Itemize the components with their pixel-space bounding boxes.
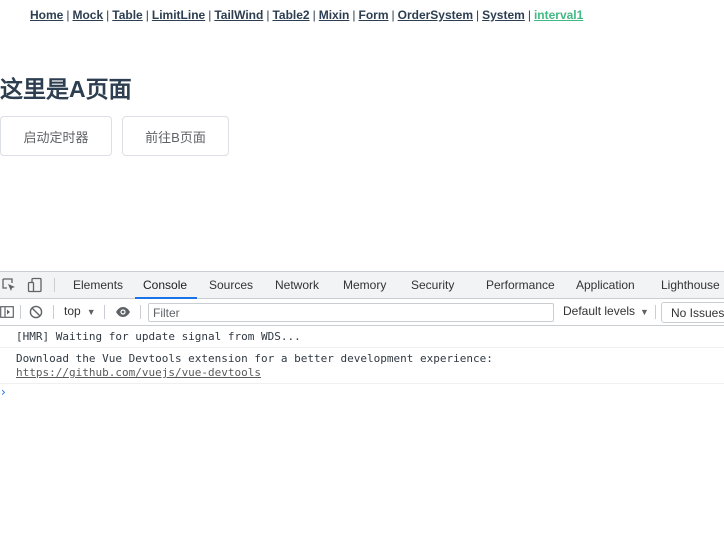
context-label: top	[64, 304, 81, 318]
nav-link-tailwind[interactable]: TailWind	[214, 8, 263, 22]
nav-link-mock[interactable]: Mock	[72, 8, 103, 22]
console-message-text: [HMR] Waiting for update signal from WDS…	[16, 330, 301, 343]
start-timer-button[interactable]: 启动定时器	[0, 116, 112, 156]
nav-link-system[interactable]: System	[482, 8, 525, 22]
devtools-tab-bar: Elements Console Sources Network Memory …	[0, 272, 724, 299]
nav-link-form[interactable]: Form	[359, 8, 389, 22]
toolbar-divider	[104, 305, 105, 319]
console-toolbar: top ▼ Default levels ▼ No Issues	[0, 299, 724, 326]
log-levels-label: Default levels	[563, 304, 636, 318]
tab-sources[interactable]: Sources	[209, 272, 253, 298]
toolbar-divider	[655, 305, 656, 319]
nav-separator: |	[66, 8, 70, 22]
console-message: [HMR] Waiting for update signal from WDS…	[0, 326, 724, 348]
log-levels-dropdown[interactable]: Default levels ▼	[563, 304, 649, 318]
context-selector[interactable]: top ▼	[64, 304, 96, 318]
tab-memory[interactable]: Memory	[343, 272, 386, 298]
toolbar-divider	[54, 278, 55, 292]
toolbar-divider	[53, 305, 54, 319]
console-output: [HMR] Waiting for update signal from WDS…	[0, 326, 724, 402]
nav-separator: |	[527, 8, 531, 22]
console-sidebar-icon[interactable]	[0, 305, 14, 319]
top-nav: Home | Mock | Table | LimitLine | TailWind | Table…	[30, 8, 583, 22]
clear-console-icon[interactable]	[29, 305, 43, 319]
console-message: Download the Vue Devtools extension for …	[0, 348, 724, 384]
prompt-chevron-icon: ›	[1, 385, 6, 399]
nav-separator: |	[476, 8, 480, 22]
nav-separator: |	[352, 8, 356, 22]
device-toggle-icon[interactable]	[27, 277, 43, 293]
nav-separator: |	[312, 8, 316, 22]
console-prompt[interactable]: ›	[0, 384, 724, 402]
nav-separator: |	[208, 8, 212, 22]
page-area: Home | Mock | Table | LimitLine | TailWind | Table…	[0, 0, 724, 271]
nav-separator: |	[145, 8, 149, 22]
console-message-text: Download the Vue Devtools extension for …	[16, 352, 493, 365]
tab-lighthouse[interactable]: Lighthouse	[661, 272, 720, 298]
nav-separator: |	[391, 8, 395, 22]
devtools-panel: Elements Console Sources Network Memory …	[0, 271, 724, 552]
nav-link-home[interactable]: Home	[30, 8, 63, 22]
tab-application[interactable]: Application	[576, 272, 635, 298]
dropdown-arrow-icon: ▼	[86, 307, 96, 317]
nav-link-mixin[interactable]: Mixin	[319, 8, 350, 22]
toolbar-divider	[20, 305, 21, 319]
tab-network[interactable]: Network	[275, 272, 319, 298]
nav-separator: |	[106, 8, 110, 22]
vue-devtools-link[interactable]: https://github.com/vuejs/vue-devtools	[16, 366, 261, 379]
nav-link-interval1[interactable]: interval1	[534, 8, 583, 22]
tab-performance[interactable]: Performance	[486, 272, 555, 298]
tab-console[interactable]: Console	[134, 272, 198, 299]
nav-separator: |	[266, 8, 270, 22]
inspect-element-icon[interactable]	[1, 277, 17, 293]
nav-link-table2[interactable]: Table2	[272, 8, 309, 22]
page-title: 这里是A页面	[0, 76, 132, 102]
live-expression-eye-icon[interactable]	[115, 305, 131, 319]
goto-page-b-button[interactable]: 前往B页面	[122, 116, 229, 156]
nav-link-table[interactable]: Table	[112, 8, 142, 22]
tab-security[interactable]: Security	[411, 272, 454, 298]
toolbar-divider	[140, 305, 141, 319]
nav-link-ordersystem[interactable]: OrderSystem	[398, 8, 473, 22]
issues-button[interactable]: No Issues	[661, 302, 724, 323]
console-filter-input[interactable]	[148, 303, 554, 322]
dropdown-arrow-icon: ▼	[640, 307, 649, 317]
tab-elements[interactable]: Elements	[73, 272, 123, 298]
nav-link-limitline[interactable]: LimitLine	[152, 8, 205, 22]
